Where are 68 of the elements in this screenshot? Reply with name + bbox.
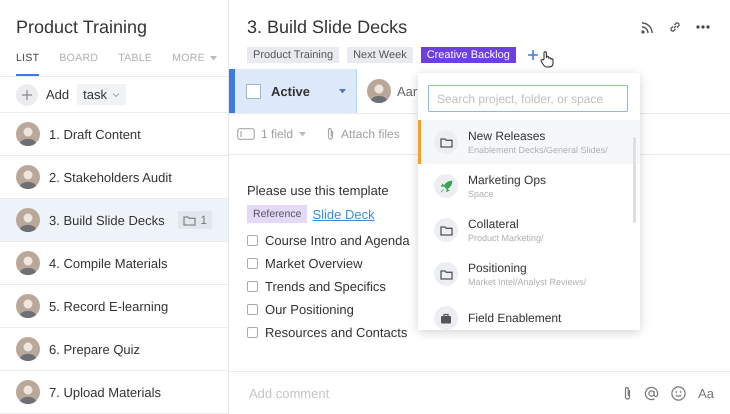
view-tab[interactable]: LIST (16, 52, 40, 76)
avatar-icon (16, 251, 40, 275)
task-row[interactable]: 1. Draft Content (0, 113, 228, 156)
assignee-name: Aar (397, 84, 418, 98)
folder-icon (440, 224, 452, 236)
avatar-icon (16, 122, 40, 146)
paperclip-icon (326, 127, 336, 141)
plus-icon (22, 90, 32, 100)
checklist-item: Course Intro and Agenda (265, 233, 410, 248)
list-title: Product Training (16, 16, 148, 38)
status-dropdown[interactable]: Active (229, 69, 357, 113)
avatar-icon (16, 294, 40, 318)
task-row[interactable]: 5. Record E-learning (0, 285, 228, 328)
reference-tag: Reference (247, 205, 308, 223)
checkbox[interactable] (247, 258, 258, 269)
avatar-icon (16, 208, 40, 232)
rocket-icon (440, 180, 452, 192)
text-format-button[interactable]: Aa (698, 386, 714, 400)
description-text: Please use this template (247, 183, 389, 199)
caret-icon (210, 56, 217, 60)
caret-icon (299, 132, 306, 136)
avatar-icon (16, 165, 40, 189)
checklist-item: Market Overview (265, 256, 363, 271)
search-field[interactable]: Search project, folder, or space (428, 85, 628, 112)
caret-icon (112, 92, 120, 98)
briefcase-icon (440, 312, 452, 324)
folder-icon (440, 136, 452, 148)
location-option[interactable]: Marketing Ops Space (418, 164, 640, 208)
scrollbar-thumb[interactable] (633, 137, 636, 223)
at-sign-icon[interactable] (644, 386, 660, 400)
item-type-dropdown[interactable]: task (77, 84, 126, 105)
smiley-icon[interactable] (671, 386, 686, 400)
checklist-item: Trends and Specifics (265, 279, 386, 294)
task-title: 3. Build Slide Decks (247, 16, 408, 38)
task-row[interactable]: 7. Upload Materials (0, 371, 228, 414)
checkbox[interactable] (247, 235, 258, 246)
status-checkbox[interactable] (246, 84, 261, 98)
paperclip-icon[interactable] (623, 386, 632, 400)
folder-count-badge: 1 (178, 211, 212, 229)
location-option[interactable]: New Releases Enablement Decks/General Slides/ (418, 120, 640, 164)
folder-tag[interactable]: Product Training (247, 47, 340, 63)
checkbox[interactable] (247, 304, 258, 315)
add-label: Add (46, 87, 70, 102)
location-option[interactable]: Field Enablement (418, 296, 640, 330)
folder-icon (183, 214, 196, 226)
link-icon[interactable] (668, 20, 682, 34)
task-row[interactable]: 3. Build Slide Decks 1 (0, 199, 228, 242)
hand-cursor-icon (540, 50, 554, 68)
add-button[interactable] (16, 84, 38, 106)
task-row[interactable]: 6. Prepare Quiz (0, 328, 228, 371)
more-icon[interactable] (696, 25, 710, 29)
field-icon (237, 128, 255, 140)
location-option[interactable]: Collateral Product Marketing/ (418, 208, 640, 252)
checklist-item: Our Positioning (265, 302, 354, 317)
location-option[interactable]: Positioning Market Intel/Analyst Reviews/ (418, 252, 640, 296)
avatar-icon (367, 79, 391, 103)
checklist-item: Resources and Contacts (265, 325, 408, 340)
caret-icon (339, 88, 346, 94)
folder-tag[interactable]: Next Week (347, 47, 413, 63)
avatar-icon (16, 337, 40, 361)
folder-icon (440, 268, 452, 280)
checkbox[interactable] (247, 327, 258, 338)
folder-tag[interactable]: Creative Backlog (420, 47, 516, 63)
checkbox[interactable] (247, 281, 258, 292)
avatar-icon (16, 380, 40, 404)
task-row[interactable]: 4. Compile Materials (0, 242, 228, 285)
plus-icon[interactable] (528, 50, 538, 60)
rss-icon[interactable] (641, 20, 654, 34)
